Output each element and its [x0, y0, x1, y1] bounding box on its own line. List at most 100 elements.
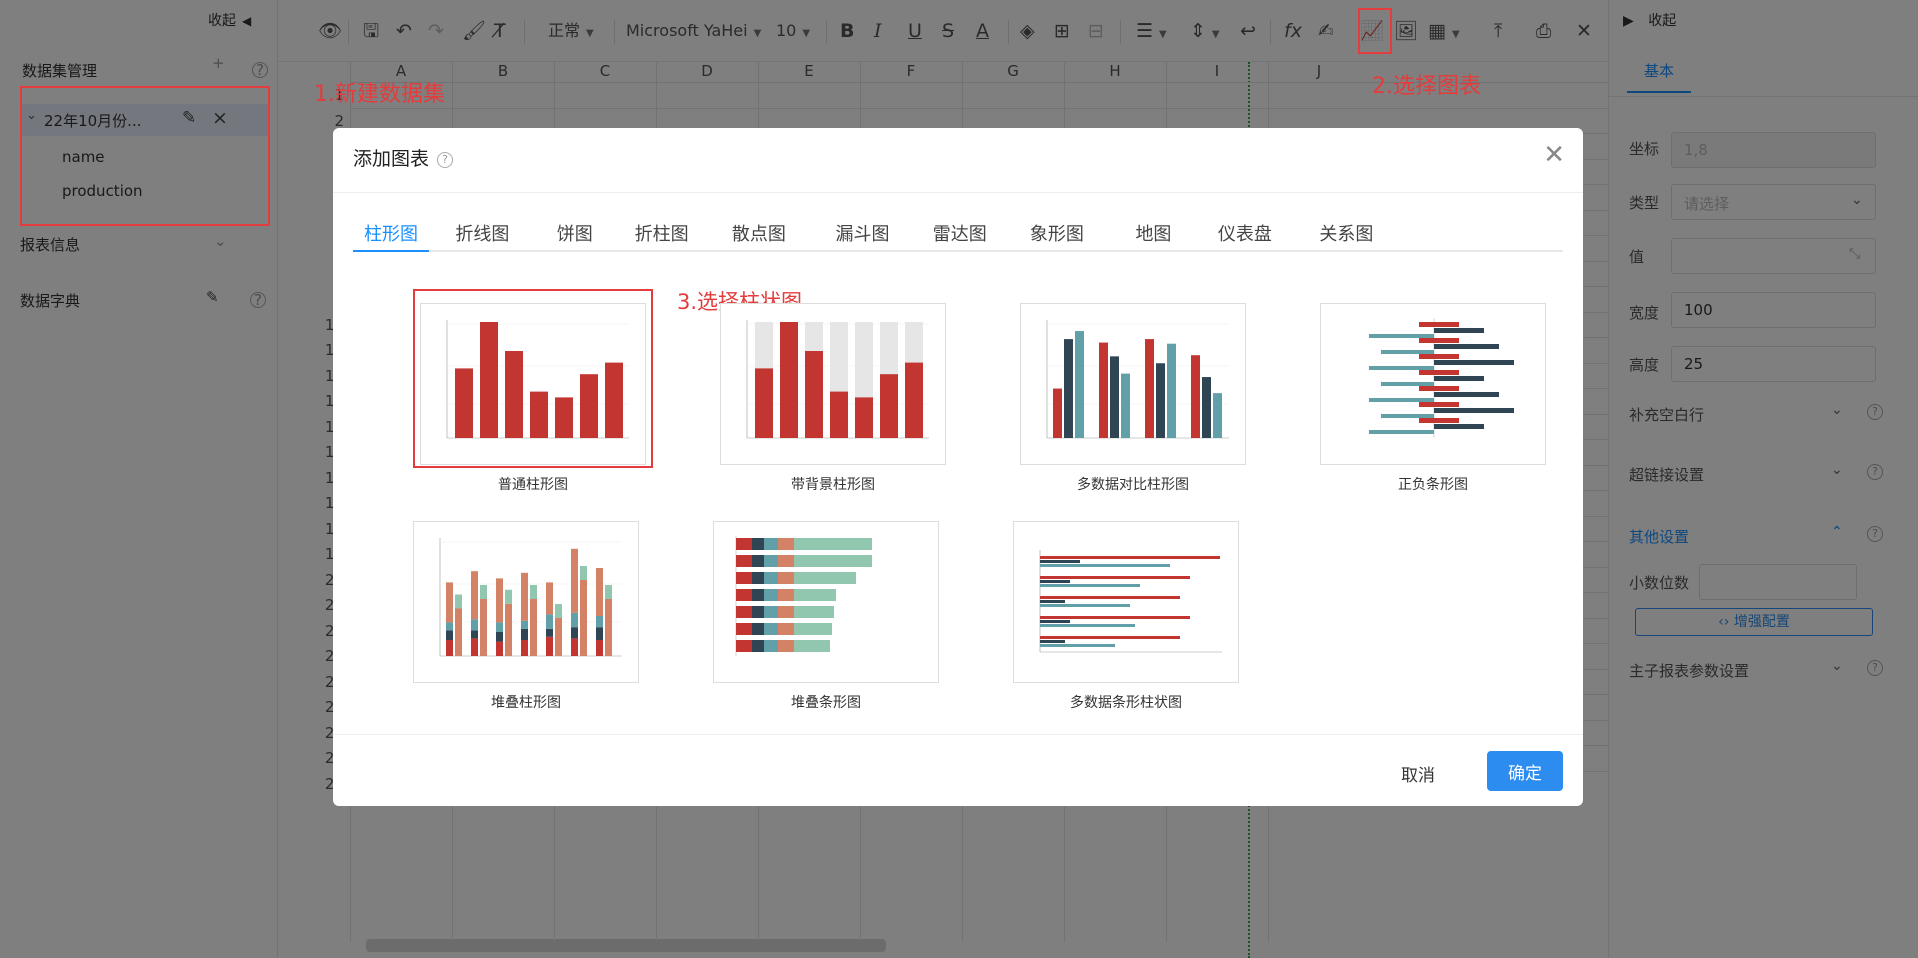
thumbnail-mark [1040, 604, 1130, 607]
thumbnail-mark [830, 391, 848, 438]
thumbnail-mark [1419, 322, 1459, 327]
chart-type-tab[interactable]: 折柱图 [632, 220, 692, 252]
thumbnail-mark [1156, 363, 1165, 438]
thumbnail-mark [596, 568, 603, 616]
chart-type-tab[interactable]: 雷达图 [930, 220, 990, 252]
annotation-step1: 1.新建数据集 [314, 82, 445, 107]
thumbnail-mark [471, 630, 478, 639]
thumbnail-mark [530, 585, 537, 599]
thumbnail-mark [455, 594, 462, 609]
chart-type-tab[interactable]: 柱形图 [353, 220, 429, 252]
chart-card-stacked-bar[interactable] [713, 521, 939, 683]
chart-type-tab[interactable]: 散点图 [729, 220, 789, 252]
chart-label: 堆叠条形图 [791, 695, 861, 711]
chart-label: 多数据条形柱状图 [1070, 695, 1182, 711]
thumbnail-mark [555, 397, 573, 438]
thumbnail-mark [471, 638, 478, 656]
chart-card-multi-hbar[interactable] [1013, 521, 1239, 683]
thumbnail-mark [1381, 382, 1434, 386]
thumbnail-mark [521, 572, 528, 621]
thumbnail-mark [794, 623, 832, 635]
thumbnail-mark [505, 589, 512, 604]
stacked-bar-thumbnail [735, 536, 872, 656]
thumbnail-mark [1434, 424, 1484, 429]
thumbnail-mark [546, 636, 553, 656]
thumbnail-mark [764, 606, 778, 618]
thumbnail-mark [736, 538, 752, 550]
thumbnail-mark [521, 628, 528, 640]
confirm-button[interactable]: 确定 [1487, 751, 1563, 791]
thumbnail-mark [446, 630, 453, 640]
thumbnail-mark [764, 555, 778, 567]
thumbnail-mark [736, 606, 752, 618]
thumbnail-mark [530, 599, 537, 656]
thumbnail-mark [605, 599, 612, 656]
chart-card-compare-bar[interactable] [1020, 303, 1246, 465]
dialog-title-text: 添加图表 [353, 148, 430, 170]
multi-hbar-thumbnail [1039, 550, 1222, 653]
thumbnail-mark [1121, 373, 1130, 438]
thumbnail-mark [752, 589, 764, 601]
thumbnail-mark [480, 585, 487, 599]
thumbnail-mark [571, 627, 578, 639]
thumbnail-mark [805, 351, 823, 438]
thumbnail-mark [1191, 355, 1200, 438]
thumbnail-mark [1369, 398, 1434, 402]
thumbnail-mark [471, 571, 478, 620]
thumbnail-mark [580, 374, 598, 438]
thumbnail-mark [752, 606, 764, 618]
chart-card-posneg-bar[interactable] [1320, 303, 1546, 465]
chart-type-tab[interactable]: 饼图 [552, 220, 598, 252]
add-chart-dialog: 添加图表? ✕ 柱形图 折线图 饼图 折柱图 散点图 漏斗图 雷达图 象形图 地图 仪表盘 关系图 … [333, 128, 1583, 806]
thumbnail-mark [736, 555, 752, 567]
chart-card-stacked-column[interactable] [413, 521, 639, 683]
thumbnail-mark [1202, 377, 1211, 438]
cancel-button[interactable]: 取消 [1383, 753, 1453, 793]
thumbnail-mark [1064, 339, 1073, 438]
thumbnail-mark [752, 555, 764, 567]
chart-type-tab[interactable]: 折线图 [452, 220, 512, 252]
thumbnail-mark [446, 622, 453, 631]
thumbnail-mark [764, 572, 778, 584]
thumbnail-mark [880, 374, 898, 438]
thumbnail-mark [1040, 564, 1170, 567]
close-icon[interactable]: ✕ [1543, 142, 1565, 168]
thumbnail-mark [1419, 418, 1459, 423]
thumbnail-mark [764, 640, 778, 652]
chart-card-bg-bar[interactable] [720, 303, 946, 465]
dialog-footer-divider [333, 734, 1583, 735]
thumbnail-mark [752, 538, 764, 550]
help-icon[interactable]: ? [437, 151, 454, 168]
annotation-box-chart-icon [1358, 8, 1392, 54]
thumbnail-mark [778, 555, 794, 567]
chart-type-tab[interactable]: 关系图 [1316, 220, 1376, 252]
thumbnail-mark [596, 640, 603, 656]
thumbnail-mark [496, 632, 503, 642]
thumbnail-mark [1040, 580, 1070, 583]
thumbnail-mark [446, 582, 453, 623]
thumbnail-mark [1040, 636, 1180, 639]
thumbnail-mark [1040, 556, 1220, 559]
thumbnail-mark [794, 538, 872, 550]
thumbnail-mark [1419, 386, 1459, 391]
thumbnail-mark [1145, 339, 1154, 438]
chart-type-tab[interactable]: 仪表盘 [1215, 220, 1275, 252]
chart-label: 正负条形图 [1398, 477, 1468, 493]
thumbnail-mark [1369, 334, 1434, 338]
thumbnail-mark [480, 322, 498, 438]
annotation-step2: 2.选择图表 [1372, 74, 1481, 99]
thumbnail-mark [471, 619, 478, 631]
thumbnail-mark [794, 555, 872, 567]
chart-type-tab[interactable]: 漏斗图 [833, 220, 893, 252]
thumbnail-mark [1040, 640, 1065, 643]
thumbnail-mark [1419, 402, 1459, 407]
thumbnail-mark [736, 640, 752, 652]
thumbnail-mark [1040, 576, 1190, 579]
chart-type-tab[interactable]: 地图 [1128, 220, 1178, 252]
compare-bar-thumbnail [1046, 320, 1229, 439]
chart-type-tab[interactable]: 象形图 [1027, 220, 1087, 252]
chart-card-basic-bar[interactable] [420, 303, 646, 465]
thumbnail-mark [1419, 354, 1459, 359]
thumbnail-mark [446, 640, 453, 656]
thumbnail-mark [778, 623, 794, 635]
